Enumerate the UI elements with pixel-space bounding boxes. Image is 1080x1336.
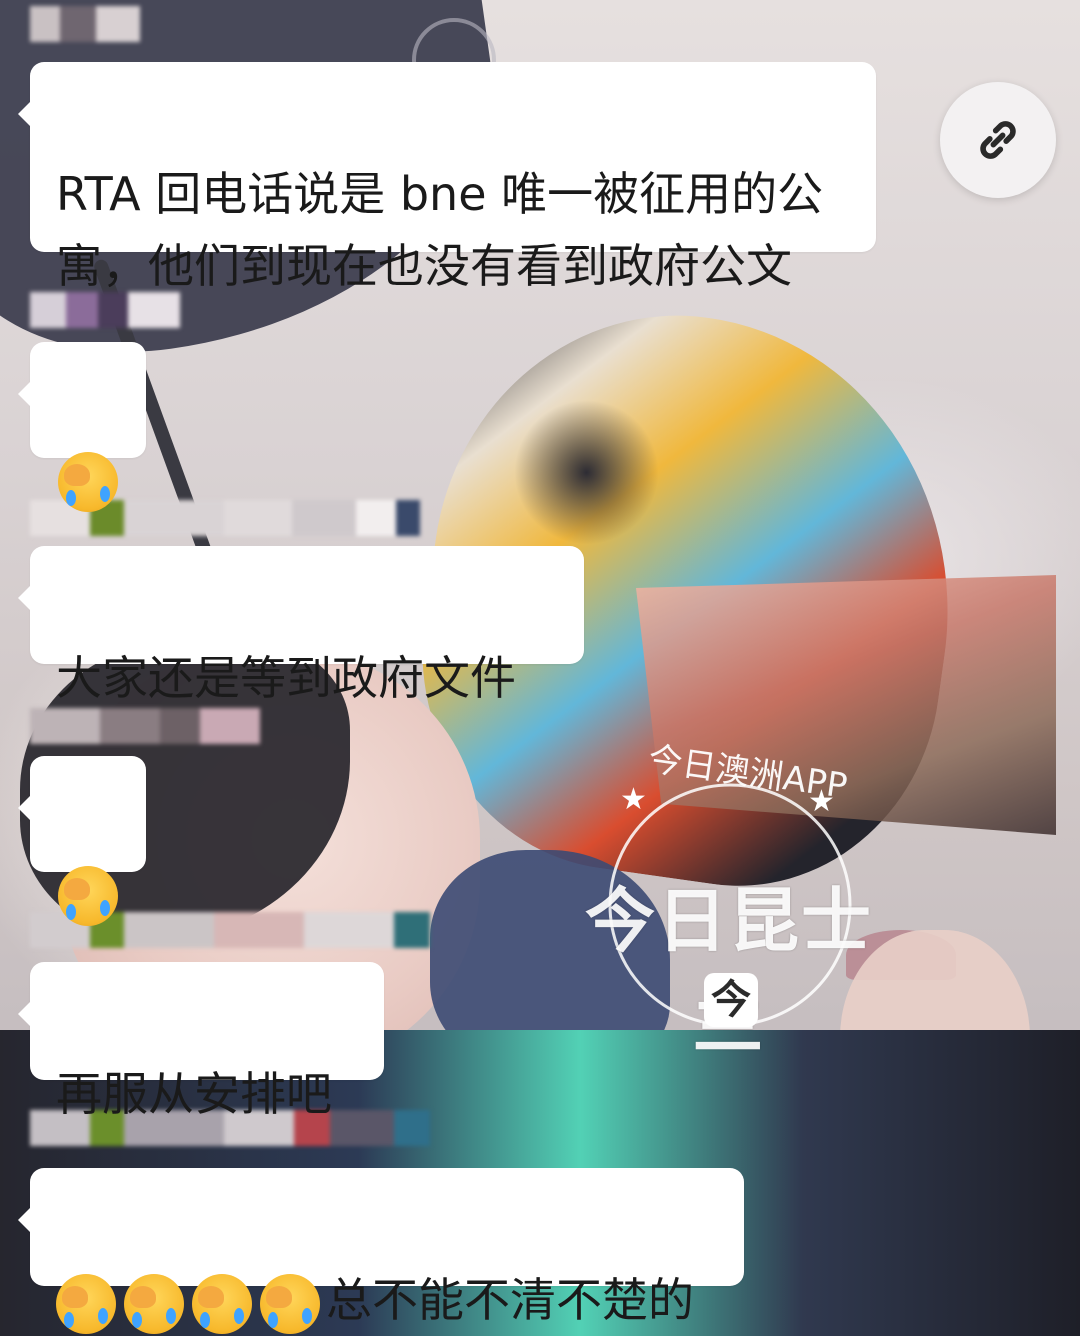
face-with-tears-icon [260, 1273, 320, 1334]
link-icon [980, 121, 1016, 159]
message-text: 再服从安排吧 [56, 1067, 332, 1121]
face-with-tears-icon [58, 451, 118, 512]
face-with-tears-icon [58, 865, 118, 926]
message-text: 总不能不清不楚的 [326, 1273, 694, 1327]
message-text: 大家还是等到政府文件 [56, 651, 516, 705]
message-text: RTA 回电话说是 bne 唯一被征用的公 寓，他们到现在也没有看到政府公文 [56, 167, 824, 293]
copy-link-button[interactable] [940, 82, 1056, 198]
message-bubble[interactable]: 再服从安排吧 [18, 962, 384, 1121]
watermark-logo: 今 [704, 973, 758, 1027]
message-bubble[interactable]: RTA 回电话说是 bne 唯一被征用的公 寓，他们到现在也没有看到政府公文 [18, 62, 876, 293]
face-with-tears-icon [124, 1273, 184, 1334]
watermark: ★ ★ 今日澳洲APP 今日昆士兰 今 [560, 739, 900, 1063]
sender-name-blurred [30, 6, 140, 42]
message-bubble[interactable]: 总不能不清不楚的 [18, 1168, 744, 1334]
message-bubble[interactable] [18, 342, 146, 512]
face-with-tears-icon [192, 1273, 252, 1334]
face-with-tears-icon [56, 1273, 116, 1334]
svg-text:★: ★ [620, 782, 647, 817]
watermark-title: 今日昆士兰 [585, 880, 873, 1063]
message-bubble[interactable] [18, 756, 146, 926]
emoji-group [56, 1273, 320, 1334]
message-bubble[interactable]: 大家还是等到政府文件 [18, 546, 584, 705]
